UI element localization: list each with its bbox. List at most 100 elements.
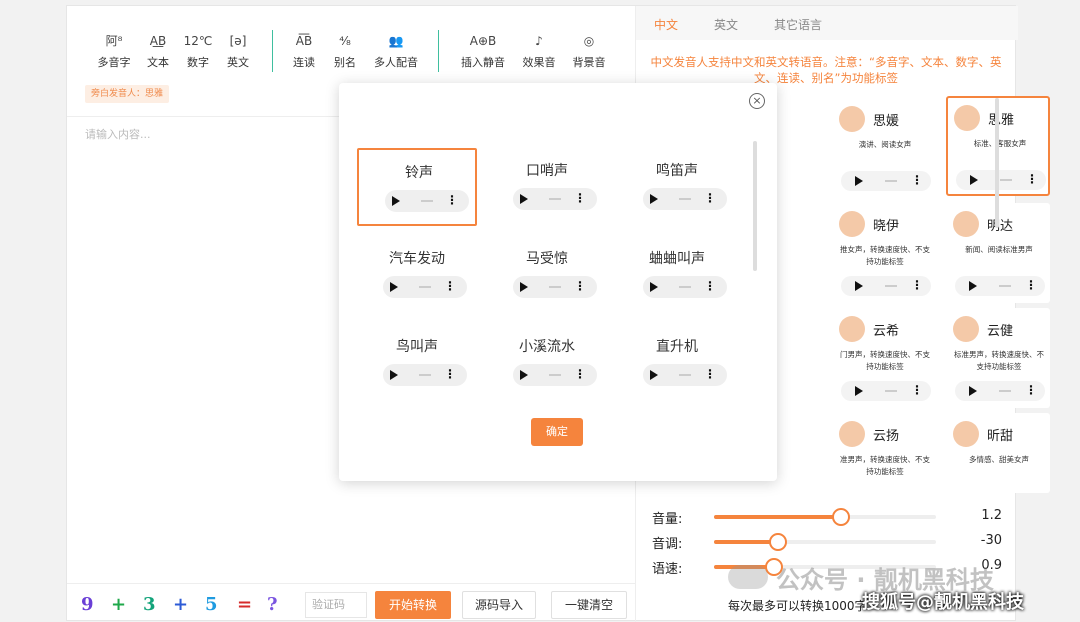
captcha-input[interactable]: 验证码 [305,592,367,618]
more-icon[interactable]: ⋮ [574,191,586,205]
english-tool[interactable]: [ə] 英文 [213,31,263,70]
sound-effect-tool[interactable]: ♪ 效果音 [514,31,564,70]
more-icon[interactable]: ⋮ [1025,383,1037,397]
narrator-tag[interactable]: 旁白发音人：思雅 [85,85,170,103]
more-icon[interactable]: ⋮ [704,367,716,381]
play-icon[interactable] [520,370,528,380]
sound-card[interactable]: 马受惊 ⋮ [487,236,607,314]
play-icon[interactable] [390,370,398,380]
import-source-button[interactable]: 源码导入 [462,591,536,619]
alias-tool[interactable]: ⁴⁄₈ 别名 [320,31,370,70]
sound-card[interactable]: 铃声 ⋮ [357,148,477,226]
tool-label: 插入静音 [461,56,505,69]
more-icon[interactable]: ⋮ [444,367,456,381]
avatar [839,211,865,237]
captcha-char: ? [267,594,278,615]
sound-player: ⋮ [643,188,727,210]
voice-card-yunjian[interactable]: 云健 标准男声，转换速度快、不支持功能标签 ⋮ [946,308,1050,408]
sound-name: 直升机 [656,339,698,355]
sound-card[interactable]: 蛐蛐叫声 ⋮ [617,236,737,314]
avatar [953,421,979,447]
confirm-button[interactable]: 确定 [531,418,583,446]
sound-effect-dialog: × 铃声 ⋮ 口哨声 ⋮ 鸣笛声 ⋮ 汽车发动 ⋮ 马受惊 ⋮ 蛐蛐叫声 ⋮ 鸟… [339,83,777,481]
play-icon[interactable] [970,175,978,185]
scrollbar[interactable] [995,98,999,228]
more-icon[interactable]: ⋮ [1025,278,1037,292]
tool-label: 别名 [334,56,356,69]
toolbar: 阿⁸ 多音字 A͟B 文本 12℃ 数字 [ə] 英文 A͞B 连读 ⁴⁄₈ 别… [67,6,635,86]
voice-desc: 准男声，转换速度快、不支持功能标签 [840,455,930,476]
close-icon[interactable]: × [749,93,765,109]
voice-card-siyuan[interactable]: 思媛 演讲、阅读女声 ⋮ [832,98,936,198]
people-icon: 👥 [388,34,404,48]
more-icon[interactable]: ⋮ [911,383,923,397]
slider-knob[interactable] [769,533,788,551]
slider-label: 音量: [652,512,683,527]
voice-card-xintian[interactable]: 昕甜 多情感、甜美女声 [946,413,1050,493]
sound-card[interactable]: 口哨声 ⋮ [487,148,607,226]
progress-bar [885,390,897,392]
play-icon[interactable] [392,196,400,206]
play-icon[interactable] [390,282,398,292]
play-icon[interactable] [855,176,863,186]
play-icon[interactable] [520,282,528,292]
more-icon[interactable]: ⋮ [911,173,923,187]
voice-card-yunyang[interactable]: 云扬 准男声，转换速度快、不支持功能标签 [832,413,936,493]
more-icon[interactable]: ⋮ [574,367,586,381]
multi-voice-tool[interactable]: 👥 多人配音 [369,31,423,70]
play-icon[interactable] [650,194,658,204]
sound-card[interactable]: 直升机 ⋮ [617,324,737,402]
sound-card[interactable]: 小溪流水 ⋮ [487,324,607,402]
more-icon[interactable]: ⋮ [444,279,456,293]
slider-track[interactable] [714,533,936,551]
progress-bar [421,200,433,202]
scrollbar[interactable] [753,141,757,271]
start-convert-button[interactable]: 开始转换 [375,591,451,619]
more-icon[interactable]: ⋮ [704,279,716,293]
sound-player: ⋮ [513,276,597,298]
more-icon[interactable]: ⋮ [911,278,923,292]
play-icon[interactable] [969,386,977,396]
sound-card[interactable]: 鸟叫声 ⋮ [357,324,477,402]
tab-other-languages[interactable]: 其它语言 [774,16,822,33]
sound-player: ⋮ [513,188,597,210]
sound-card[interactable]: 汽车发动 ⋮ [357,236,477,314]
clear-all-button[interactable]: 一键清空 [551,591,627,619]
polyphone-tool[interactable]: 阿⁸ 多音字 [89,31,139,70]
toolbar-divider [272,30,273,72]
sound-name: 小溪流水 [519,339,575,355]
play-icon[interactable] [650,282,658,292]
tab-english[interactable]: 英文 [714,16,738,33]
toolbar-divider [438,30,439,72]
play-icon[interactable] [969,281,977,291]
more-icon[interactable]: ⋮ [704,191,716,205]
more-icon[interactable]: ⋮ [574,279,586,293]
voice-name: 思媛 [873,114,900,129]
progress-bar [679,198,691,200]
play-icon[interactable] [855,386,863,396]
avatar [839,106,865,132]
voice-name: 思雅 [988,113,1015,128]
sound-player: ⋮ [643,364,727,386]
wechat-icon [728,565,768,589]
play-icon[interactable] [650,370,658,380]
progress-bar [885,285,897,287]
sound-card[interactable]: 鸣笛声 ⋮ [617,148,737,226]
voice-card-yunxi[interactable]: 云希 门男声，转换速度快、不支持功能标签 ⋮ [832,308,936,408]
slider-track[interactable] [714,508,936,526]
voice-card-xiaoyi[interactable]: 晓伊 推女声，转换速度快、不支持功能标签 ⋮ [832,203,936,303]
volume-slider[interactable]: 音量: 1.2 [652,506,1012,527]
text-editor[interactable]: 请输入内容... [85,126,151,142]
voice-desc: 标准男声，转换速度快、不支持功能标签 [954,350,1044,371]
more-icon[interactable]: ⋮ [1026,172,1038,186]
slider-value: 1.2 [981,508,1002,523]
slider-knob[interactable] [831,508,850,526]
more-icon[interactable]: ⋮ [446,193,458,207]
play-icon[interactable] [520,194,528,204]
tab-chinese[interactable]: 中文 [654,16,678,33]
pitch-slider[interactable]: 音调: -30 [652,531,1012,552]
background-music-tool[interactable]: ◎ 背景音 [564,31,614,70]
progress-bar [1000,179,1012,181]
play-icon[interactable] [855,281,863,291]
insert-silence-tool[interactable]: A⊕B 插入静音 [455,31,511,70]
